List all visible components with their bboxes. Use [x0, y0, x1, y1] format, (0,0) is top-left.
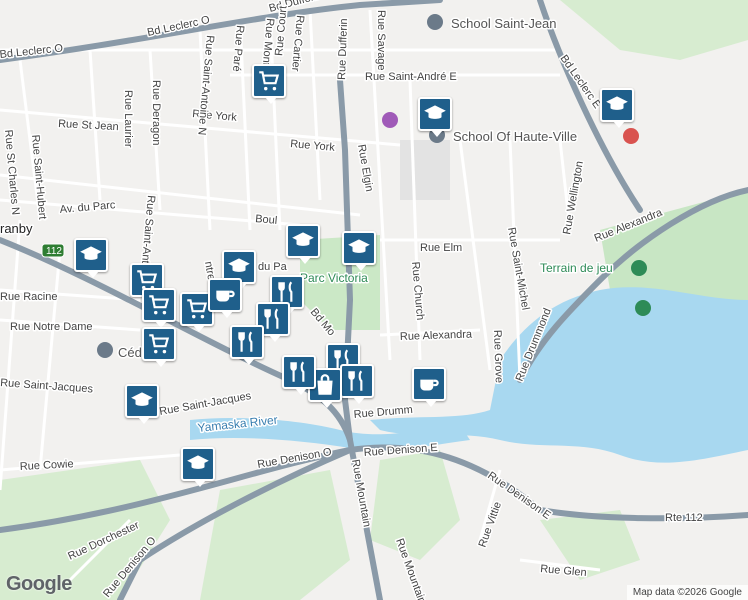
shopping-cart-marker[interactable] [142, 288, 176, 328]
city-label: ranby [0, 221, 33, 236]
restaurant-marker[interactable] [282, 355, 316, 395]
map-canvas[interactable]: Bd Leclerc O Bd Leclerc O Bd Dufferin Bd… [0, 0, 748, 600]
park-area [400, 140, 450, 200]
restaurant-marker[interactable] [230, 325, 264, 365]
park-label: Parc Victoria [300, 271, 368, 285]
restaurant-marker[interactable] [340, 364, 374, 404]
road-label: Rue Dufferin [336, 18, 350, 80]
shopping-cart-icon [149, 295, 170, 315]
shopping-cart-icon [259, 71, 280, 91]
shopping-cart-icon [187, 299, 208, 319]
poi-label: School Of Haute-Ville [453, 129, 577, 144]
poi-icon [97, 342, 113, 358]
park-poi-icon [631, 260, 647, 276]
school-cap-icon [80, 246, 102, 260]
road-label: Rue Saint-André E [365, 71, 457, 83]
road-label: Boul [255, 213, 278, 227]
map-attribution[interactable]: Map data ©2026 Google [626, 585, 748, 600]
coffee-cup-icon [216, 290, 235, 302]
school-marker[interactable] [418, 97, 452, 137]
school-cap-icon [606, 96, 628, 110]
school-marker[interactable] [286, 224, 320, 264]
road-label: Rue Deragon [150, 80, 162, 145]
school-cap-icon [348, 239, 370, 253]
school-marker[interactable] [181, 447, 215, 487]
coffee-cup-icon [420, 379, 439, 391]
school-marker[interactable] [600, 88, 634, 128]
road-label: Rue Alexandra [400, 328, 473, 343]
cafe-marker[interactable] [208, 278, 242, 318]
school-cap-icon [228, 258, 250, 272]
school-marker[interactable] [74, 238, 108, 278]
cafe-marker[interactable] [412, 367, 446, 407]
road-label: Rue Laurier [122, 90, 134, 148]
park-poi-icon [635, 300, 651, 316]
poi-label: School Saint-Jean [451, 16, 557, 31]
route-shield-112: 112 [41, 243, 65, 258]
school-poi-icon [427, 14, 443, 30]
hospital-poi-icon [623, 128, 639, 144]
fork-knife-icon [348, 370, 363, 391]
google-logo[interactable]: Google [6, 573, 72, 596]
school-marker[interactable] [342, 231, 376, 271]
road-label: Rue Racine [0, 291, 57, 303]
school-marker[interactable] [125, 384, 159, 424]
landmark-poi-icon [382, 112, 398, 128]
school-cap-icon [424, 105, 446, 119]
road-label: Rte 112 [665, 512, 703, 524]
road-label: Rue Grove [491, 330, 505, 384]
fork-knife-icon [290, 361, 305, 382]
shopping-cart-marker[interactable] [142, 327, 176, 367]
svg-text:112: 112 [46, 246, 62, 257]
park-label: Terrain de jeu [540, 261, 613, 275]
school-cap-icon [187, 455, 209, 469]
road-label: Rue Notre Dame [10, 321, 93, 333]
road-label: Rue Elm [420, 242, 462, 254]
school-cap-icon [292, 232, 314, 246]
fork-knife-icon [238, 331, 253, 352]
school-cap-icon [131, 392, 153, 406]
shopping-cart-marker[interactable] [252, 64, 286, 104]
road-label: du Pa [258, 261, 288, 273]
shopping-cart-icon [149, 334, 170, 354]
road-label: Rue Savage [375, 10, 387, 71]
